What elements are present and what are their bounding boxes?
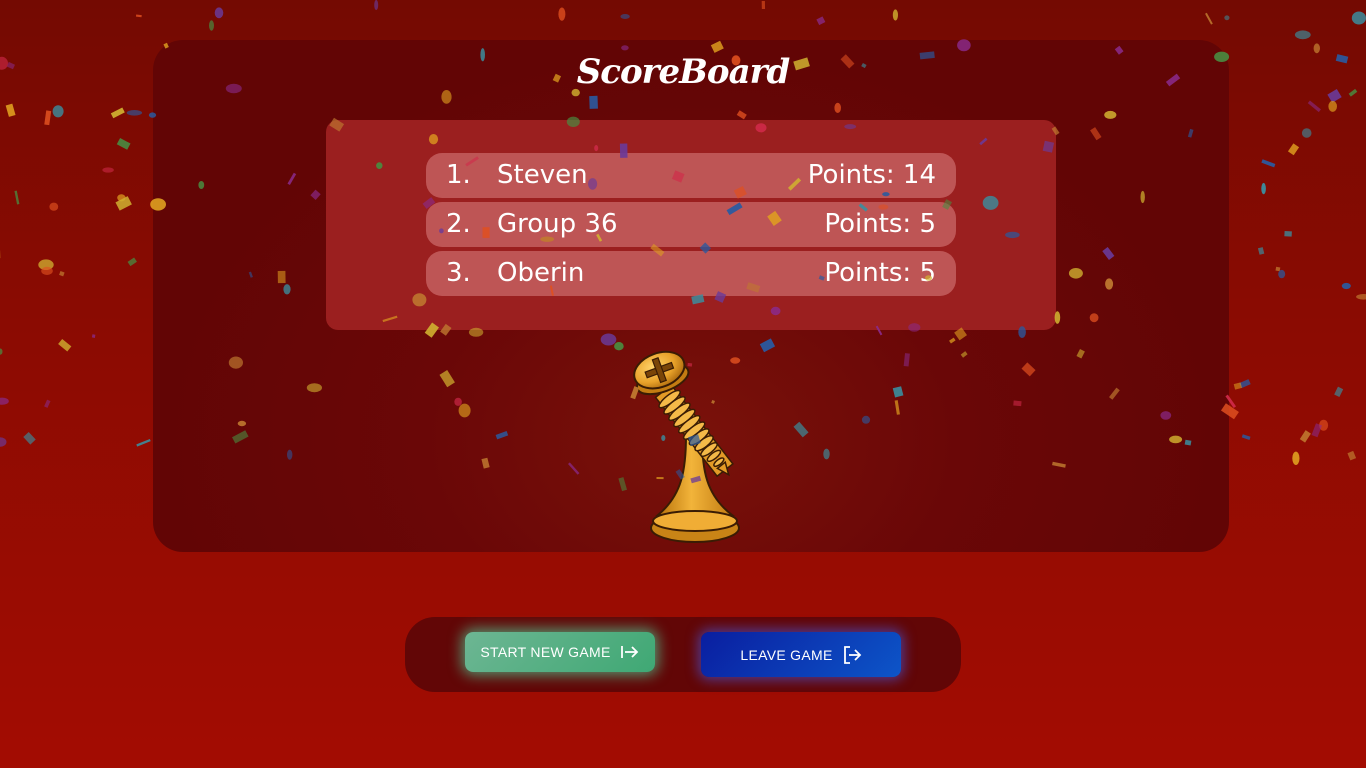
confetti-piece bbox=[1311, 423, 1322, 438]
confetti-piece bbox=[1292, 451, 1300, 465]
score-row-1: 1. Steven Points: 14 bbox=[426, 153, 956, 198]
rank-number: 1. bbox=[446, 160, 471, 190]
confetti-piece bbox=[1239, 379, 1251, 389]
confetti-piece bbox=[38, 259, 54, 271]
confetti-piece bbox=[136, 438, 151, 447]
confetti-piece bbox=[0, 348, 3, 355]
confetti-piece bbox=[1319, 419, 1329, 431]
confetti-piece bbox=[1278, 269, 1286, 279]
confetti-piece bbox=[91, 334, 96, 338]
screw-trophy-icon bbox=[633, 350, 740, 543]
confetti-piece bbox=[1356, 294, 1366, 300]
scoreboard-title: ScoreBoard bbox=[576, 52, 791, 92]
leave-game-label: LEAVE GAME bbox=[740, 646, 833, 663]
confetti-piece bbox=[41, 266, 53, 275]
confetti-piece bbox=[0, 397, 9, 405]
player-points: Points: 5 bbox=[824, 209, 936, 239]
confetti-piece bbox=[558, 7, 566, 21]
confetti-piece bbox=[761, 0, 766, 10]
confetti-piece bbox=[102, 167, 114, 173]
arrow-right-to-bar-icon bbox=[620, 642, 640, 662]
confetti-piece bbox=[127, 257, 137, 267]
player-points: Points: 5 bbox=[824, 258, 936, 288]
confetti-piece bbox=[892, 9, 899, 21]
confetti-piece bbox=[1307, 100, 1321, 113]
confetti-piece bbox=[0, 437, 7, 447]
confetti-piece bbox=[620, 14, 630, 19]
start-new-game-label: START NEW GAME bbox=[480, 644, 611, 660]
confetti-piece bbox=[209, 20, 214, 31]
confetti-piece bbox=[115, 196, 132, 211]
confetti-piece bbox=[1347, 450, 1357, 461]
confetti-piece bbox=[5, 103, 16, 117]
confetti-piece bbox=[1351, 11, 1366, 25]
confetti-piece bbox=[374, 0, 379, 11]
confetti-piece bbox=[1205, 12, 1213, 25]
rank-number: 3. bbox=[446, 258, 471, 288]
confetti-piece bbox=[1224, 15, 1230, 21]
confetti-piece bbox=[135, 14, 142, 18]
confetti-piece bbox=[1241, 434, 1251, 440]
confetti-piece bbox=[1261, 182, 1266, 195]
confetti-piece bbox=[1257, 247, 1265, 255]
score-row-2: 2. Group 36 Points: 5 bbox=[426, 202, 956, 247]
ranking-panel: 1. Steven Points: 14 2. Group 36 Points:… bbox=[326, 120, 1056, 330]
confetti-piece bbox=[126, 110, 143, 116]
score-row-3: 3. Oberin Points: 5 bbox=[426, 251, 956, 296]
confetti-piece bbox=[49, 202, 59, 211]
confetti-piece bbox=[44, 110, 52, 126]
confetti-piece bbox=[816, 16, 826, 26]
confetti-piece bbox=[1341, 282, 1351, 290]
start-new-game-button[interactable]: START NEW GAME bbox=[465, 632, 655, 672]
confetti-piece bbox=[52, 105, 64, 118]
confetti-piece bbox=[214, 7, 224, 19]
confetti-piece bbox=[1233, 382, 1242, 390]
confetti-piece bbox=[1299, 430, 1311, 443]
confetti-piece bbox=[1284, 231, 1292, 237]
confetti-piece bbox=[1275, 266, 1281, 272]
confetti-piece bbox=[1261, 159, 1276, 168]
confetti-piece bbox=[110, 107, 125, 119]
confetti-piece bbox=[58, 339, 72, 352]
rank-number: 2. bbox=[446, 209, 471, 239]
player-name: Steven bbox=[497, 160, 588, 190]
player-name: Oberin bbox=[497, 258, 585, 288]
confetti-piece bbox=[117, 194, 126, 202]
sign-out-icon bbox=[842, 645, 862, 665]
confetti-piece bbox=[59, 270, 65, 277]
confetti-piece bbox=[44, 399, 51, 408]
player-points: Points: 14 bbox=[807, 160, 936, 190]
confetti-piece bbox=[1301, 128, 1312, 138]
action-buttons-panel: START NEW GAME LEAVE GAME bbox=[405, 617, 961, 692]
confetti-piece bbox=[14, 190, 20, 205]
confetti-piece bbox=[1294, 30, 1311, 40]
leave-game-button[interactable]: LEAVE GAME bbox=[701, 632, 901, 677]
confetti-piece bbox=[23, 432, 36, 445]
confetti-piece bbox=[1334, 386, 1344, 398]
confetti-piece bbox=[1287, 143, 1300, 156]
player-name: Group 36 bbox=[497, 209, 618, 239]
confetti-piece bbox=[116, 137, 131, 150]
confetti-piece bbox=[1328, 100, 1337, 112]
